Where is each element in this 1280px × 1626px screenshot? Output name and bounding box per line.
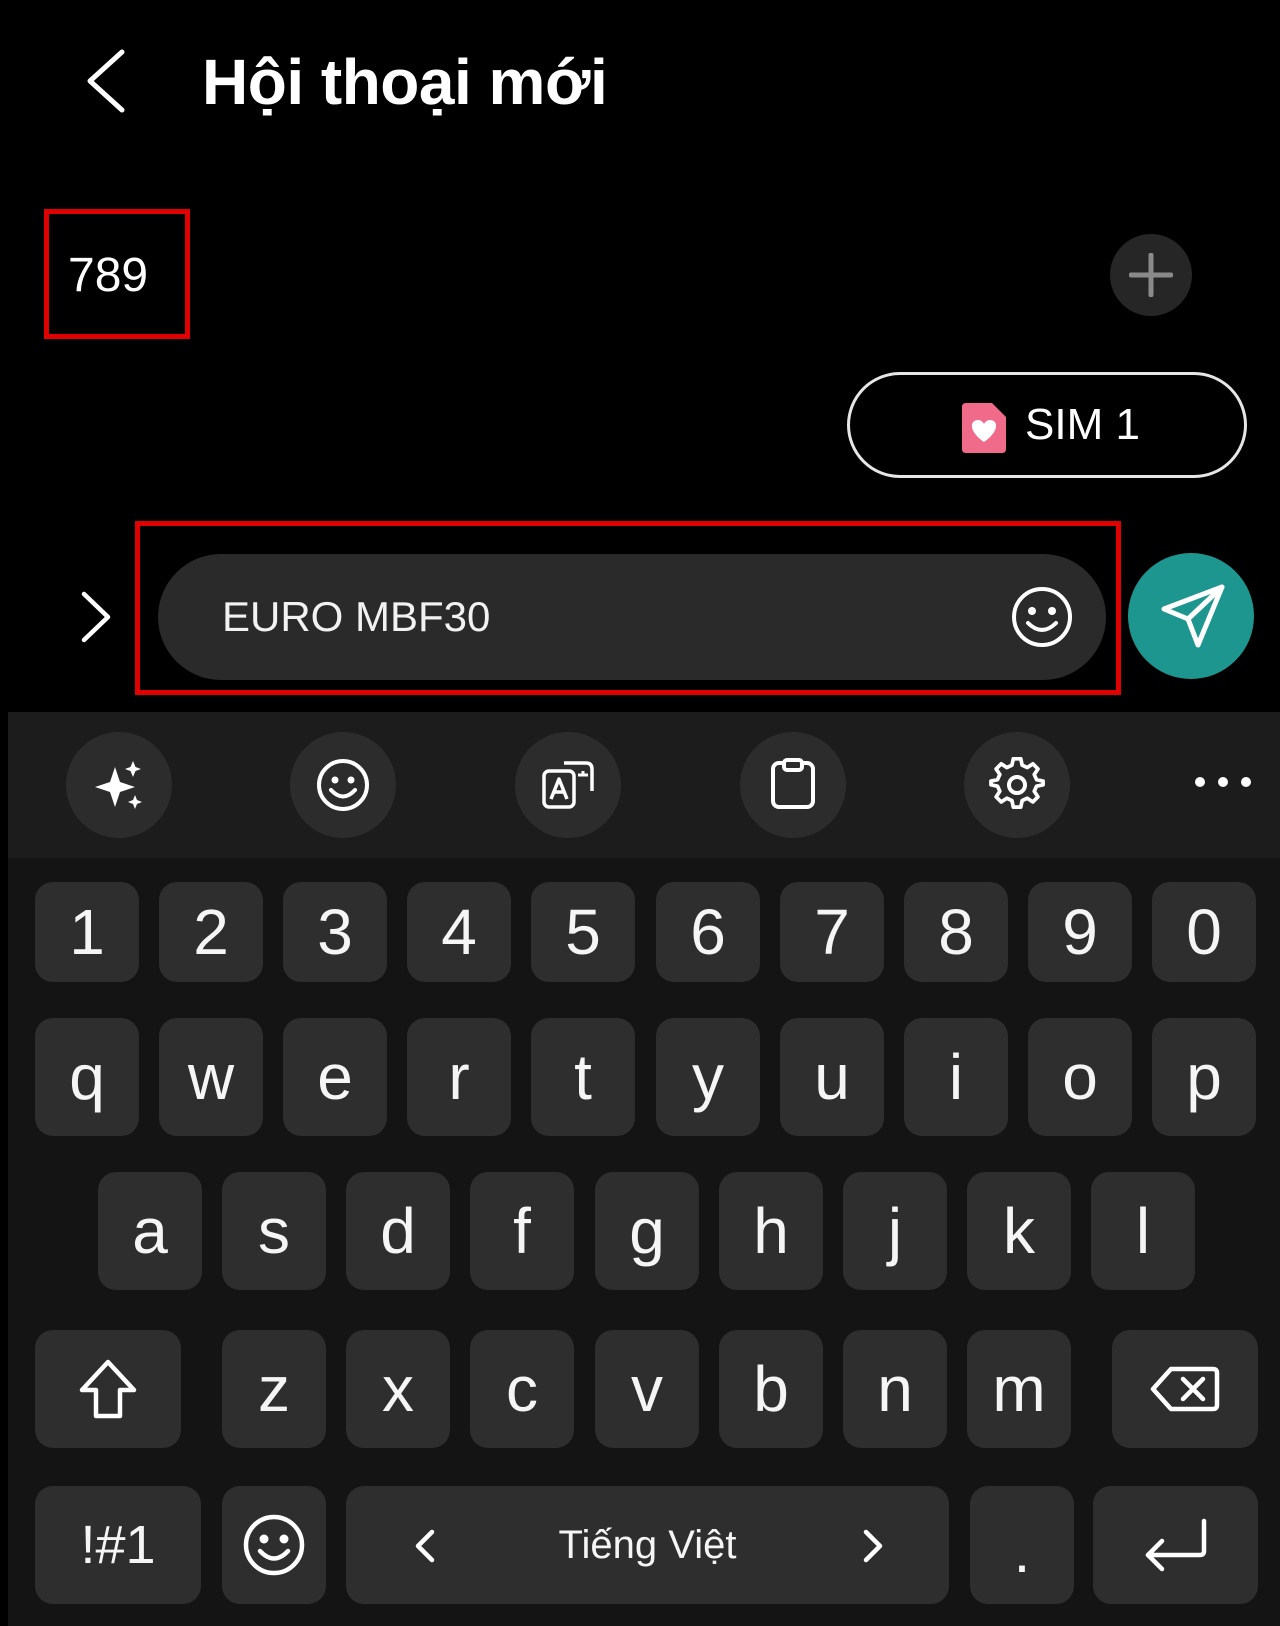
emoji-toolbar-button[interactable] xyxy=(290,732,396,838)
message-text: EURO MBF30 xyxy=(222,593,491,640)
key-t[interactable]: t xyxy=(531,1018,635,1136)
key-2[interactable]: 2 xyxy=(159,882,263,982)
shift-key[interactable] xyxy=(35,1330,181,1448)
chevron-left-icon xyxy=(415,1529,435,1563)
shift-arrow-icon xyxy=(79,1359,137,1419)
key-3[interactable]: 3 xyxy=(283,882,387,982)
expand-chevron-icon[interactable] xyxy=(78,590,114,644)
chevron-right-icon xyxy=(863,1529,883,1563)
emoji-key[interactable] xyxy=(222,1486,326,1604)
key-v[interactable]: v xyxy=(595,1330,699,1448)
key-b[interactable]: b xyxy=(719,1330,823,1448)
key-g[interactable]: g xyxy=(595,1172,699,1290)
backspace-key[interactable] xyxy=(1112,1330,1258,1448)
gear-icon xyxy=(989,757,1045,809)
key-d[interactable]: d xyxy=(346,1172,450,1290)
key-s[interactable]: s xyxy=(222,1172,326,1290)
key-i[interactable]: i xyxy=(904,1018,1008,1136)
clipboard-icon xyxy=(771,758,815,809)
translate-button[interactable] xyxy=(515,732,621,838)
settings-button[interactable] xyxy=(964,732,1070,838)
key-c[interactable]: c xyxy=(470,1330,574,1448)
message-input[interactable]: EURO MBF30 xyxy=(158,554,1106,680)
key-o[interactable]: o xyxy=(1028,1018,1132,1136)
enter-key[interactable] xyxy=(1093,1486,1258,1604)
key-m[interactable]: m xyxy=(967,1330,1071,1448)
key-x[interactable]: x xyxy=(346,1330,450,1448)
sim-label: SIM 1 xyxy=(1025,400,1140,449)
sim-select-button[interactable]: SIM 1 xyxy=(847,372,1247,478)
backspace-icon xyxy=(1150,1366,1220,1412)
key-p[interactable]: p xyxy=(1152,1018,1256,1136)
key-u[interactable]: u xyxy=(780,1018,884,1136)
add-recipient-button[interactable] xyxy=(1110,234,1192,316)
key-j[interactable]: j xyxy=(843,1172,947,1290)
clipboard-button[interactable] xyxy=(740,732,846,838)
key-n[interactable]: n xyxy=(843,1330,947,1448)
key-e[interactable]: e xyxy=(283,1018,387,1136)
key-z[interactable]: z xyxy=(222,1330,326,1448)
key-y[interactable]: y xyxy=(656,1018,760,1136)
enter-icon xyxy=(1145,1518,1206,1572)
emoji-icon xyxy=(317,759,369,811)
send-icon xyxy=(1161,584,1225,648)
key-q[interactable]: q xyxy=(35,1018,139,1136)
key-a[interactable]: a xyxy=(98,1172,202,1290)
page-title: Hội thoại mới xyxy=(202,46,608,118)
key-8[interactable]: 8 xyxy=(904,882,1008,982)
plus-icon xyxy=(1129,253,1173,297)
ai-sparkle-button[interactable] xyxy=(66,732,172,838)
sparkle-icon xyxy=(95,761,142,809)
sim-heart-icon xyxy=(962,403,1006,453)
key-6[interactable]: 6 xyxy=(656,882,760,982)
key-7[interactable]: 7 xyxy=(780,882,884,982)
recipient-number[interactable]: 789 xyxy=(68,248,148,304)
back-icon[interactable] xyxy=(82,48,132,114)
more-icon[interactable] xyxy=(1188,752,1258,812)
key-f[interactable]: f xyxy=(470,1172,574,1290)
key-0[interactable]: 0 xyxy=(1152,882,1256,982)
period-key[interactable]: . xyxy=(970,1486,1074,1604)
emoji-icon[interactable] xyxy=(1010,585,1074,649)
key-5[interactable]: 5 xyxy=(531,882,635,982)
translate-icon xyxy=(542,761,594,809)
keyboard-toolbar xyxy=(8,712,1280,858)
key-9[interactable]: 9 xyxy=(1028,882,1132,982)
space-key[interactable]: Tiếng Việt xyxy=(346,1486,949,1604)
keyboard: 1 2 3 4 5 6 7 8 9 0 q w e r t y u i o p … xyxy=(8,712,1280,1626)
key-1[interactable]: 1 xyxy=(35,882,139,982)
key-h[interactable]: h xyxy=(719,1172,823,1290)
language-label: Tiếng Việt xyxy=(558,1522,737,1567)
key-r[interactable]: r xyxy=(407,1018,511,1136)
key-k[interactable]: k xyxy=(967,1172,1071,1290)
key-w[interactable]: w xyxy=(159,1018,263,1136)
key-l[interactable]: l xyxy=(1091,1172,1195,1290)
emoji-icon xyxy=(243,1514,305,1576)
send-button[interactable] xyxy=(1128,553,1254,679)
key-4[interactable]: 4 xyxy=(407,882,511,982)
symbols-key[interactable]: !#1 xyxy=(35,1486,201,1604)
